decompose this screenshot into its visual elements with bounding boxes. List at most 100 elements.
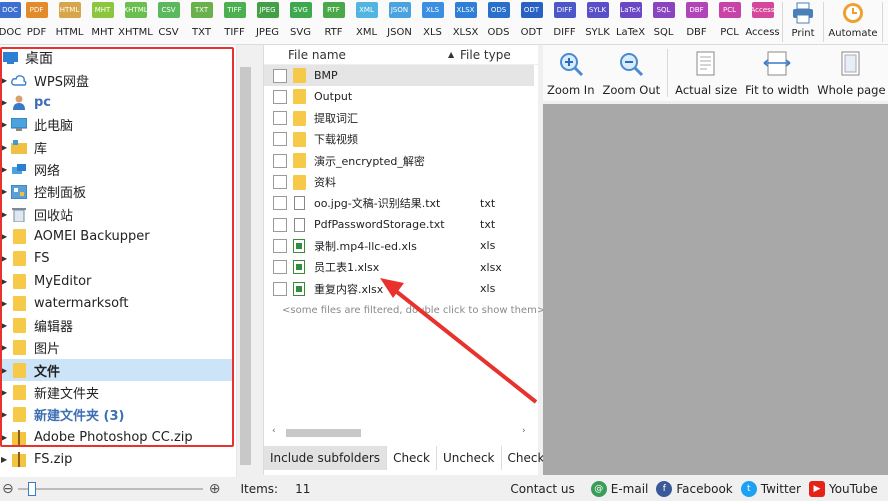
format-button-diff[interactable]: DIFF DIFF [548, 0, 581, 44]
file-checkbox[interactable] [273, 153, 287, 168]
expand-arrow-icon[interactable]: ▶ [0, 232, 10, 241]
email-link[interactable]: @ E-mail [590, 481, 648, 497]
fit-width-button[interactable]: Fit to width [741, 45, 813, 101]
format-button-access[interactable]: Access Access [745, 0, 780, 44]
file-row[interactable]: Output [264, 86, 534, 107]
format-button-sylk[interactable]: SYLK SYLK [581, 0, 614, 44]
tree-item[interactable]: ▶ AOMEI Backupper [0, 225, 232, 247]
actual-size-button[interactable]: Actual size [671, 45, 741, 101]
file-checkbox[interactable] [273, 132, 287, 147]
zoom-out-button[interactable]: Zoom Out [599, 45, 665, 101]
file-row[interactable]: 提取词汇 [264, 108, 534, 129]
youtube-link[interactable]: ▶ YouTube [808, 481, 878, 497]
file-checkbox[interactable] [273, 89, 287, 104]
expand-arrow-icon[interactable]: ▶ [0, 343, 10, 352]
file-list-hscrollbar[interactable]: ‹ › [264, 425, 539, 441]
expand-arrow-icon[interactable]: ▶ [0, 299, 10, 308]
expand-arrow-icon[interactable]: ▶ [0, 187, 10, 196]
include-subfolders-button[interactable]: Include subfolders [264, 446, 388, 470]
tree-item[interactable]: ▶ 图片 [0, 337, 232, 359]
file-row[interactable]: 资料 [264, 172, 534, 193]
file-row[interactable]: 员工表1.xlsx xlsx [264, 257, 534, 278]
expand-arrow-icon[interactable]: ▶ [0, 143, 10, 152]
expand-arrow-icon[interactable]: ▶ [0, 366, 10, 375]
expand-arrow-icon[interactable]: ▶ [0, 120, 10, 129]
facebook-link[interactable]: f Facebook [656, 481, 733, 497]
expand-arrow-icon[interactable]: ▶ [0, 410, 10, 419]
file-checkbox[interactable] [273, 281, 287, 296]
zoom-plus-icon[interactable]: ⊕ [209, 481, 221, 497]
format-button-csv[interactable]: CSV CSV [152, 0, 185, 44]
col-file-name[interactable]: File name [288, 48, 448, 62]
zoom-slider[interactable] [17, 482, 203, 496]
tree-item[interactable]: ▶ 文件 [0, 359, 232, 382]
check-button[interactable]: Check [387, 446, 437, 470]
filtered-note[interactable]: <some files are filtered, double click t… [282, 305, 545, 316]
print-button[interactable]: Print [786, 0, 820, 44]
automate-button[interactable]: Automate [827, 0, 879, 44]
tree-item[interactable]: ▶ 新建文件夹 [0, 382, 232, 404]
format-button-doc[interactable]: DOC DOC [0, 0, 21, 44]
file-checkbox[interactable] [273, 260, 287, 275]
format-button-odt[interactable]: ODT ODT [515, 0, 548, 44]
format-button-json[interactable]: JSON JSON [383, 0, 416, 44]
zoom-minus-icon[interactable]: ⊖ [2, 481, 14, 497]
expand-arrow-icon[interactable]: ▶ [0, 321, 10, 330]
file-row[interactable]: 演示_encrypted_解密 [264, 150, 534, 171]
tree-item[interactable]: ▶ 编辑器 [0, 315, 232, 337]
tree-item[interactable]: ▶ watermarksoft [0, 292, 232, 314]
scroll-right-icon[interactable]: › [522, 426, 526, 436]
expand-arrow-icon[interactable]: ▶ [0, 433, 10, 442]
format-button-jpeg[interactable]: JPEG JPEG [251, 0, 284, 44]
format-button-ods[interactable]: ODS ODS [482, 0, 515, 44]
scroll-left-icon[interactable]: ‹ [272, 426, 276, 436]
format-button-dbf[interactable]: DBF DBF [680, 0, 713, 44]
uncheck-button[interactable]: Uncheck [437, 446, 502, 470]
expand-arrow-icon[interactable]: ▶ [0, 277, 10, 286]
tree-item[interactable]: ▶ 新建文件夹 (3) [0, 404, 232, 426]
format-button-pdf[interactable]: PDF PDF [20, 0, 53, 44]
expand-arrow-icon[interactable]: ▶ [0, 455, 10, 464]
format-button-tiff[interactable]: TIFF TIFF [218, 0, 251, 44]
expand-arrow-icon[interactable]: ▶ [0, 210, 10, 219]
format-button-latex[interactable]: LaTeX LaTeX [614, 0, 647, 44]
file-checkbox[interactable] [273, 68, 287, 83]
format-button-xhtml[interactable]: XHTML XHTML [118, 0, 153, 44]
file-row[interactable]: oo.jpg-文稿-识别结果.txt txt [264, 193, 534, 214]
format-button-xls[interactable]: XLS XLS [416, 0, 449, 44]
expand-arrow-icon[interactable]: ▶ [0, 388, 10, 397]
file-row[interactable]: BMP [264, 65, 534, 86]
zoom-in-button[interactable]: Zoom In [543, 45, 599, 101]
tree-scrollbar-thumb[interactable] [240, 67, 251, 465]
file-row[interactable]: 下载视频 [264, 129, 534, 150]
tree-item[interactable]: ▶ WPS网盘 [0, 69, 232, 91]
tree-item[interactable]: ▶ FS.zip [0, 448, 232, 470]
expand-arrow-icon[interactable]: ▶ [0, 254, 10, 263]
tree-scrollbar[interactable] [236, 45, 253, 477]
format-button-sql[interactable]: SQL SQL [647, 0, 680, 44]
file-row[interactable]: 录制.mp4-llc-ed.xls xls [264, 235, 534, 256]
tree-item[interactable]: ▶ FS [0, 248, 232, 270]
format-button-xlsx[interactable]: XLSX XLSX [449, 0, 482, 44]
file-checkbox[interactable] [273, 217, 287, 232]
tree-item[interactable]: 桌面 [0, 47, 232, 69]
hscroll-thumb[interactable] [286, 429, 361, 437]
zoom-slider-thumb[interactable] [27, 482, 36, 496]
expand-arrow-icon[interactable]: ▶ [0, 76, 10, 85]
whole-page-button[interactable]: Whole page [813, 45, 888, 101]
contact-link[interactable]: Contact us [510, 482, 574, 496]
expand-arrow-icon[interactable]: ▶ [0, 98, 10, 107]
tree-item[interactable]: ▶ 此电脑 [0, 114, 232, 136]
tree-item[interactable]: ▶ 回收站 [0, 203, 232, 225]
format-button-rtf[interactable]: RTF RTF [317, 0, 350, 44]
file-checkbox[interactable] [273, 196, 287, 211]
tree-item[interactable]: ▶ 控制面板 [0, 181, 232, 203]
tree-item[interactable]: ▶ 网络 [0, 159, 232, 181]
format-button-pcl[interactable]: PCL PCL [713, 0, 746, 44]
tree-item[interactable]: ▶ 库 [0, 136, 232, 158]
file-checkbox[interactable] [273, 111, 287, 126]
col-file-type[interactable]: File type [460, 48, 511, 62]
tree-item[interactable]: ▶ MyEditor [0, 270, 232, 292]
format-button-svg[interactable]: SVG SVG [284, 0, 317, 44]
file-checkbox[interactable] [273, 238, 287, 253]
